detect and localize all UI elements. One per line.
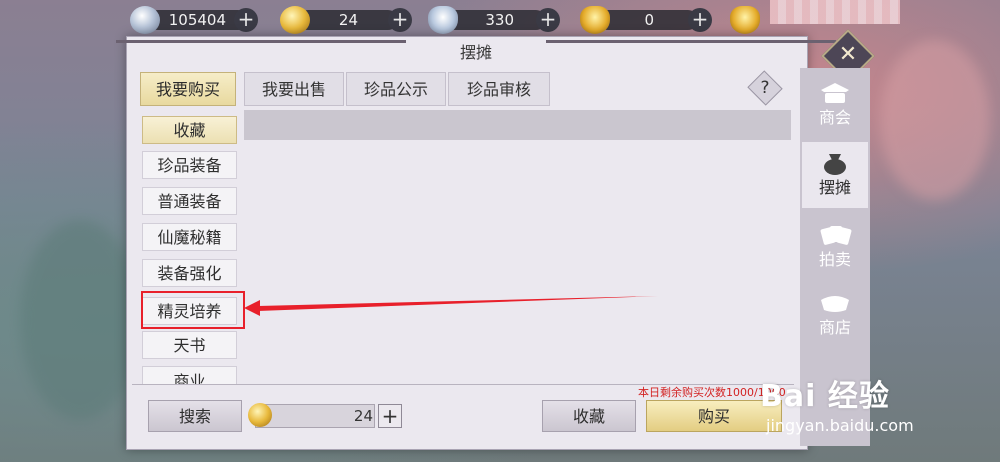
gold-coin-value: 24 (338, 11, 358, 29)
money-bag-icon (824, 154, 846, 175)
blurred-region (770, 0, 900, 24)
gold-coin-counter: 24 + (280, 4, 412, 36)
ingot-icon (821, 296, 849, 312)
gold-ingot-counter: 0 + (580, 4, 714, 36)
silver-coin-counter: 105404 + (130, 4, 260, 36)
tab-sell[interactable]: 我要出售 (244, 72, 344, 106)
add-silver-ingot-button[interactable]: + (536, 8, 560, 32)
background-glow-left (20, 220, 140, 420)
watermark-url: jingyan.baidu.com (766, 416, 914, 435)
tab-treasure-review[interactable]: 珍品审核 (448, 72, 550, 106)
category-rare-equipment[interactable]: 珍品装备 (142, 151, 237, 179)
sidenav-store[interactable]: 商店 (802, 282, 868, 348)
category-heaven-book[interactable]: 天书 (142, 331, 237, 359)
sidenav-auction[interactable]: 拍卖 (802, 214, 868, 280)
category-equipment-enhance[interactable]: 装备强化 (142, 259, 237, 287)
pointer-arrow (244, 296, 658, 316)
price-add-button[interactable]: + (378, 404, 402, 428)
tab-treasure-public[interactable]: 珍品公示 (346, 72, 446, 106)
sidenav-label: 摆摊 (818, 178, 851, 197)
gold-ingot-2-counter (730, 4, 780, 36)
gold-coin-icon (280, 6, 310, 34)
guild-shop-icon (821, 83, 849, 103)
highlight-box (141, 291, 245, 329)
add-gold-coin-button[interactable]: + (388, 8, 412, 32)
currency-bar: 105404 + 24 + 330 + 0 + (130, 4, 780, 36)
add-gold-ingot-button[interactable]: + (688, 8, 712, 32)
add-silver-coin-button[interactable]: + (234, 8, 258, 32)
tab-buy[interactable]: 我要购买 (140, 72, 236, 106)
help-icon[interactable]: ? (752, 76, 778, 100)
gold-ingot-2-icon (730, 6, 760, 34)
search-button[interactable]: 搜索 (148, 400, 242, 432)
sidenav-guild-shop[interactable]: 商会 (802, 72, 868, 138)
gold-coin-icon (248, 403, 272, 427)
background-glow-right (880, 40, 990, 200)
silver-ingot-icon (428, 6, 458, 34)
sidenav-label: 商会 (818, 108, 851, 127)
title-ornament-right (546, 40, 836, 43)
baidu-watermark: Bai 经验 jingyan.baidu.com (760, 378, 990, 438)
price-value: 24 (353, 407, 373, 425)
cards-icon (820, 226, 852, 245)
item-list-header (244, 110, 791, 140)
category-commerce[interactable]: 商业 (142, 366, 237, 384)
favorite-button[interactable]: 收藏 (542, 400, 636, 432)
sidenav-stall[interactable]: 摆摊 (802, 142, 868, 208)
silver-coin-icon (130, 6, 160, 34)
silver-ingot-value: 330 (485, 11, 514, 29)
watermark-logo: Bai 经验 (760, 379, 890, 414)
category-normal-equipment[interactable]: 普通装备 (142, 187, 237, 215)
gold-ingot-value: 0 (644, 11, 654, 29)
category-secret-books[interactable]: 仙魔秘籍 (142, 223, 237, 251)
silver-ingot-counter: 330 + (428, 4, 562, 36)
sidenav-label: 拍卖 (818, 250, 851, 269)
title-ornament-left (116, 40, 406, 43)
sidenav-label: 商店 (818, 318, 851, 337)
silver-coin-value: 105404 (168, 11, 226, 29)
bottom-divider (132, 384, 794, 385)
gold-ingot-icon (580, 6, 610, 34)
window-title: 摆摊 (459, 43, 492, 62)
category-favorites[interactable]: 收藏 (142, 116, 237, 144)
